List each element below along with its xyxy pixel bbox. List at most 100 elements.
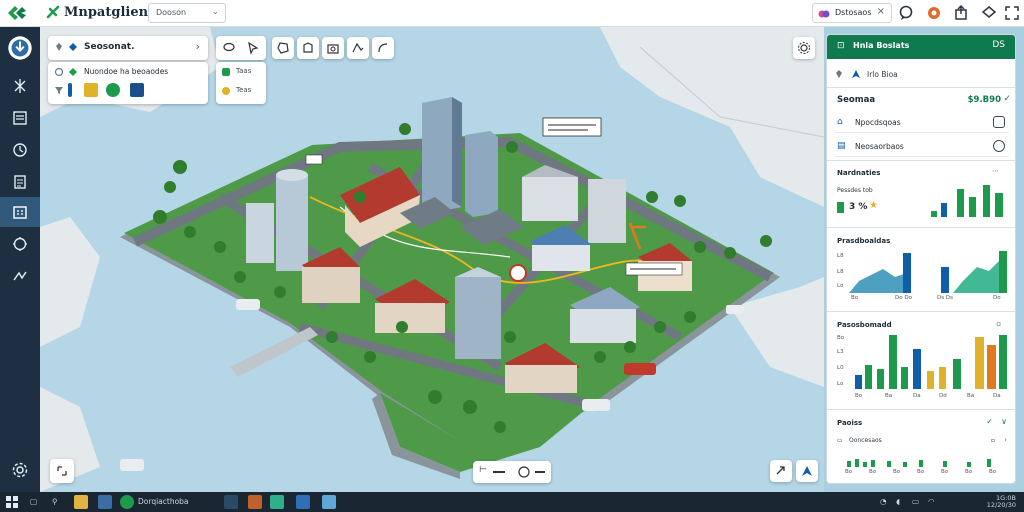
divider (827, 87, 1015, 88)
map-callout-a[interactable] (542, 117, 602, 137)
dataset-select[interactable]: Dooson ⌄ (148, 3, 226, 23)
zoom-extent-button[interactable] (50, 459, 74, 483)
footer-scale-label: Bo (845, 469, 853, 475)
rail-routes-button[interactable] (0, 261, 40, 291)
camera-button[interactable] (322, 37, 344, 59)
layer-swatch-yellow[interactable] (84, 83, 98, 97)
vehicle-firetruck (624, 363, 656, 375)
search-icon[interactable]: ⚲ (52, 497, 58, 506)
project-chip[interactable]: Dstosaos × (812, 3, 892, 23)
building-icon (13, 206, 27, 219)
rail-history-button[interactable] (0, 135, 40, 165)
building-tower-a[interactable] (422, 97, 462, 213)
panel-header-code[interactable]: DS (992, 40, 1005, 50)
document-icon (13, 111, 27, 125)
filter-icon[interactable] (54, 85, 64, 95)
map-bottom-toolbar: ⊢ (473, 461, 551, 483)
building-glass-tower[interactable] (455, 267, 501, 359)
lasso-icon[interactable] (222, 41, 236, 55)
rail-report-button[interactable] (0, 167, 40, 197)
building-white-tower[interactable] (246, 203, 274, 263)
store-icon[interactable] (322, 495, 336, 509)
taskbar-clock[interactable]: 1G:0B 12/20/30 (987, 495, 1016, 509)
minus-icon[interactable] (535, 471, 545, 473)
building-office-b[interactable] (588, 179, 626, 243)
chart3-menu-icon[interactable]: ▫ (996, 320, 1001, 328)
map-callout-b[interactable] (305, 154, 323, 165)
paint-icon[interactable] (248, 495, 262, 509)
pan-icon[interactable]: ⊢ (479, 465, 487, 475)
divider (827, 409, 1015, 410)
layers-panel[interactable]: Nuondoe ha beoaodes (48, 62, 208, 104)
battery-tray-icon[interactable]: ▭ (912, 497, 919, 506)
chart3-y-label: Lo (837, 381, 844, 387)
chart1-menu-icon[interactable]: ⋯ (992, 167, 999, 175)
search-panel[interactable]: Seosonat. › (48, 36, 208, 60)
building-tower-b[interactable] (465, 131, 498, 217)
share-icon[interactable] (952, 4, 970, 22)
chevron-right-icon[interactable]: › (1004, 436, 1007, 444)
row-checkbox[interactable] (993, 116, 1005, 128)
mail-icon[interactable] (296, 495, 310, 509)
building-round-tower[interactable] (276, 169, 308, 271)
incident-marker[interactable] (509, 264, 527, 282)
divider (827, 160, 1015, 161)
rail-settings-button[interactable] (0, 455, 40, 485)
task-view-icon[interactable]: ▢ (30, 497, 37, 506)
layer-swatch-navy[interactable] (130, 83, 144, 97)
close-icon[interactable]: × (877, 6, 885, 17)
measure-button[interactable] (372, 37, 394, 59)
panel-row[interactable]: ▤ Neosaorbaos (835, 137, 1009, 157)
volume-tray-icon[interactable]: ◖ (896, 497, 900, 506)
chart3-y-label: L3 (837, 349, 844, 355)
panel-header: ⊡ Hnla Boslats DS (827, 35, 1015, 59)
app-taskbar-icon[interactable] (120, 495, 134, 509)
network-tray-icon[interactable]: ◔ (880, 497, 887, 506)
notification-icon[interactable] (925, 4, 943, 22)
draw-polygon-button[interactable] (272, 37, 294, 59)
annotate-button[interactable] (347, 37, 369, 59)
rail-home-button[interactable] (0, 33, 40, 63)
chat-icon[interactable] (897, 4, 915, 22)
rail-document-button[interactable] (0, 103, 40, 133)
dataset-select-value: Dooson (156, 8, 187, 17)
rail-network-button[interactable] (0, 71, 40, 101)
footer-row-toggle[interactable]: ▫ (991, 437, 995, 444)
draw-shape-button[interactable] (297, 37, 319, 59)
chevron-down-icon: ⌄ (211, 7, 219, 17)
chevron-right-icon[interactable]: › (196, 40, 200, 53)
chart2-x-label: Ds Ds (937, 295, 953, 301)
fullscreen-icon[interactable] (1003, 4, 1021, 22)
summary-title: Seomaa (837, 95, 876, 105)
layers-icon[interactable] (980, 4, 998, 22)
app-logo-icon[interactable] (6, 4, 28, 22)
check-icon: ✓ (1003, 94, 1011, 104)
wifi-tray-icon[interactable]: ◠ (928, 497, 935, 506)
clock-icon[interactable] (517, 465, 531, 479)
taskbar-active-label[interactable]: Dorqiacthoba (138, 497, 189, 506)
chevron-down-icon[interactable]: ∨ (1001, 417, 1007, 426)
layer-swatch-blue[interactable] (68, 83, 72, 97)
share-map-button[interactable] (770, 460, 792, 482)
browser-icon[interactable] (98, 495, 112, 509)
map-settings-button[interactable] (793, 37, 815, 59)
layer-swatch-green[interactable] (106, 83, 120, 97)
zoom-slider-icon[interactable] (493, 471, 505, 473)
building-icon: ⌂ (837, 117, 843, 127)
project-chip-label: Dstosaos (835, 8, 872, 17)
windows-start-icon[interactable] (6, 496, 18, 508)
panel-menu-icon[interactable]: ⊡ (837, 41, 845, 51)
map-tool-group (216, 36, 266, 60)
maps-icon[interactable] (270, 495, 284, 509)
rail-location-button[interactable] (0, 229, 40, 259)
pointer-icon[interactable] (246, 41, 260, 55)
footer-scale-label: Bo (917, 469, 925, 475)
footer-sparkline (847, 459, 991, 467)
navigate-button[interactable] (796, 460, 818, 482)
terminal-icon[interactable] (224, 495, 238, 509)
file-explorer-icon[interactable] (74, 495, 88, 509)
rail-building-button[interactable] (0, 197, 40, 227)
row-refresh-icon[interactable] (993, 140, 1005, 152)
footer-scale-label: Bo (989, 469, 997, 475)
panel-row[interactable]: ⌂ Npocdsqoas (835, 113, 1009, 133)
